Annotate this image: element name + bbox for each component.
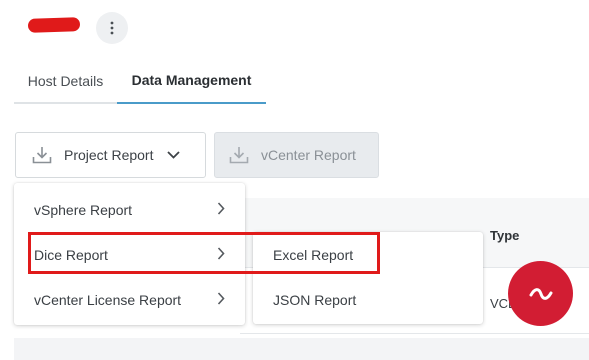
menu-item-vcenter-license-report[interactable]: vCenter License Report (14, 277, 245, 322)
table-footer (14, 338, 589, 360)
download-icon (229, 147, 249, 164)
chevron-right-icon (217, 292, 225, 305)
menu-item-label: vCenter License Report (34, 291, 182, 308)
menu-item-excel-report[interactable]: Excel Report (253, 232, 483, 277)
project-report-button[interactable]: Project Report (15, 132, 206, 178)
chevron-down-icon (167, 151, 181, 159)
chevron-right-icon (217, 202, 225, 215)
chevron-right-icon (217, 247, 225, 260)
dice-report-submenu: Excel Report JSON Report (253, 232, 483, 324)
more-options-button[interactable] (96, 12, 128, 44)
more-vertical-icon (110, 21, 114, 35)
download-icon (32, 147, 52, 164)
column-header-type: Type (490, 228, 520, 243)
vcenter-report-button[interactable]: vCenter Report (214, 132, 379, 178)
menu-item-label: vSphere Report (34, 201, 133, 218)
wave-icon (529, 287, 552, 300)
redacted-title (27, 17, 81, 33)
menu-item-label: JSON Report (273, 291, 357, 308)
menu-item-vsphere-report[interactable]: vSphere Report (14, 187, 245, 232)
tab-bar: Host Details Data Management (14, 58, 266, 104)
report-dropdown-menu: vSphere Report Dice Report vCenter Licen… (14, 183, 245, 325)
menu-item-label: Excel Report (273, 246, 354, 263)
tab-data-management[interactable]: Data Management (117, 58, 266, 104)
help-fab-button[interactable] (508, 261, 573, 326)
menu-item-dice-report[interactable]: Dice Report (14, 232, 245, 277)
vcenter-report-label: vCenter Report (261, 147, 356, 163)
menu-item-json-report[interactable]: JSON Report (253, 277, 483, 322)
tab-host-details[interactable]: Host Details (14, 58, 117, 104)
menu-item-label: Dice Report (34, 246, 108, 263)
project-report-label: Project Report (64, 147, 154, 163)
